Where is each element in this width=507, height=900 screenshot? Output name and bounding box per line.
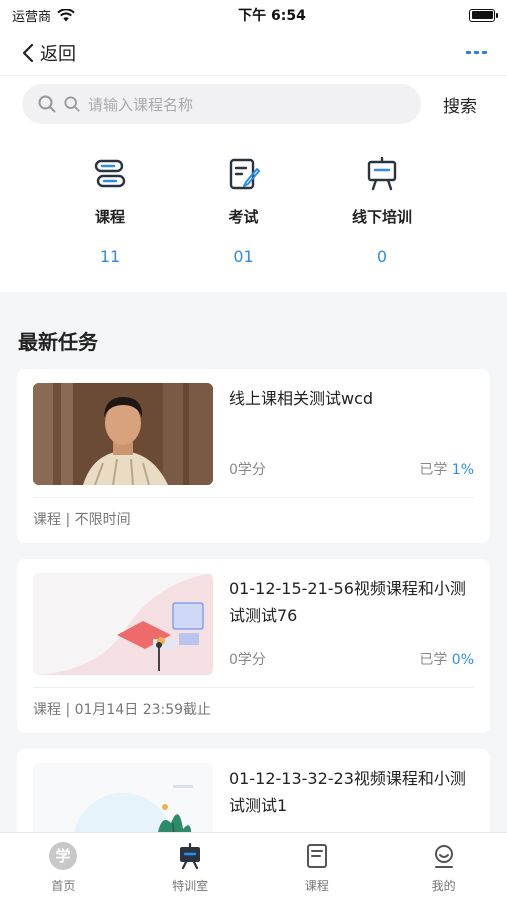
tab-label: 课程 [304,879,329,893]
tab-mine[interactable]: 我的 [380,833,507,900]
course-stack-icon [94,159,126,188]
task-card[interactable]: 01-12-15-21-56视频课程和小测试测试76 0学分 已学 0% 课程 … [17,559,490,733]
tab-training-room[interactable]: 特训室 [127,833,254,900]
task-title: 01-12-13-32-23视频课程和小测试测试1 [229,769,466,815]
stat-exam[interactable]: 考试 01 [179,156,309,266]
section-title: 最新任务 [18,330,98,354]
task-credits: 0学分 [229,462,266,478]
task-progress-percent: 1% [451,462,474,478]
stat-label: 线下培训 [351,208,412,226]
stat-label: 考试 [228,208,259,226]
carrier-label: 运营商 [12,9,52,25]
home-xue-icon: 学 [49,842,78,870]
tab-bar: 学 首页 特训室 课程 我的 [0,832,507,900]
stat-offline-training[interactable]: 线下培训 0 [312,156,452,266]
tab-home[interactable]: 学 首页 [0,833,127,900]
header-area: 运营商 下午 6:54 返回 请输入课程名称 搜索 课程 11 考试 01 线下… [0,0,507,292]
search-button[interactable]: 搜索 [443,92,477,117]
search-input[interactable]: 请输入课程名称 [22,84,421,124]
task-title: 线上课相关测试wcd [229,389,374,408]
back-button[interactable]: 返回 [22,40,76,66]
battery-icon [469,8,498,22]
task-card[interactable]: 线上课相关测试wcd 0学分 已学 1% 课程 | 不限时间 [17,369,490,543]
nav-bar: 返回 [0,30,507,76]
stat-value: 0 [376,247,388,266]
task-footer: 课程 | 01月14日 23:59截止 [33,687,474,733]
stat-course[interactable]: 课程 11 [45,156,175,266]
search-icon-small [64,96,80,112]
svg-text:学: 学 [56,847,71,865]
wifi-icon [57,8,75,21]
task-title: 01-12-15-21-56视频课程和小测试测试76 [229,579,466,625]
search-row: 请输入课程名称 搜索 [0,76,507,134]
clock: 下午 6:54 [238,8,306,24]
task-progress: 已学 1% [419,462,474,478]
more-options-icon[interactable] [466,51,487,54]
status-bar: 运营商 下午 6:54 [0,0,507,30]
easel-board-icon [367,156,397,191]
profile-icon [434,845,453,868]
task-footer: 课程 | 不限时间 [33,497,474,543]
course-book-icon [306,844,327,868]
stat-label: 课程 [94,208,125,226]
task-progress: 已学 0% [419,652,474,668]
search-icon [38,95,56,113]
task-credits: 0学分 [229,652,266,668]
stat-value: 11 [99,247,121,266]
search-placeholder: 请输入课程名称 [88,95,194,114]
chevron-left-icon [22,43,34,62]
tab-course[interactable]: 课程 [254,833,381,900]
training-room-icon [180,843,201,869]
exam-edit-icon [229,158,260,190]
stats-row: 课程 11 考试 01 线下培训 0 [0,134,507,292]
stat-value: 01 [233,247,254,266]
tab-label: 我的 [431,879,456,893]
back-label: 返回 [40,43,76,65]
tab-label: 首页 [51,879,76,893]
task-progress-percent: 0% [451,652,474,668]
tab-label: 特训室 [172,879,209,893]
course-thumbnail [33,383,213,485]
course-thumbnail [33,573,213,675]
